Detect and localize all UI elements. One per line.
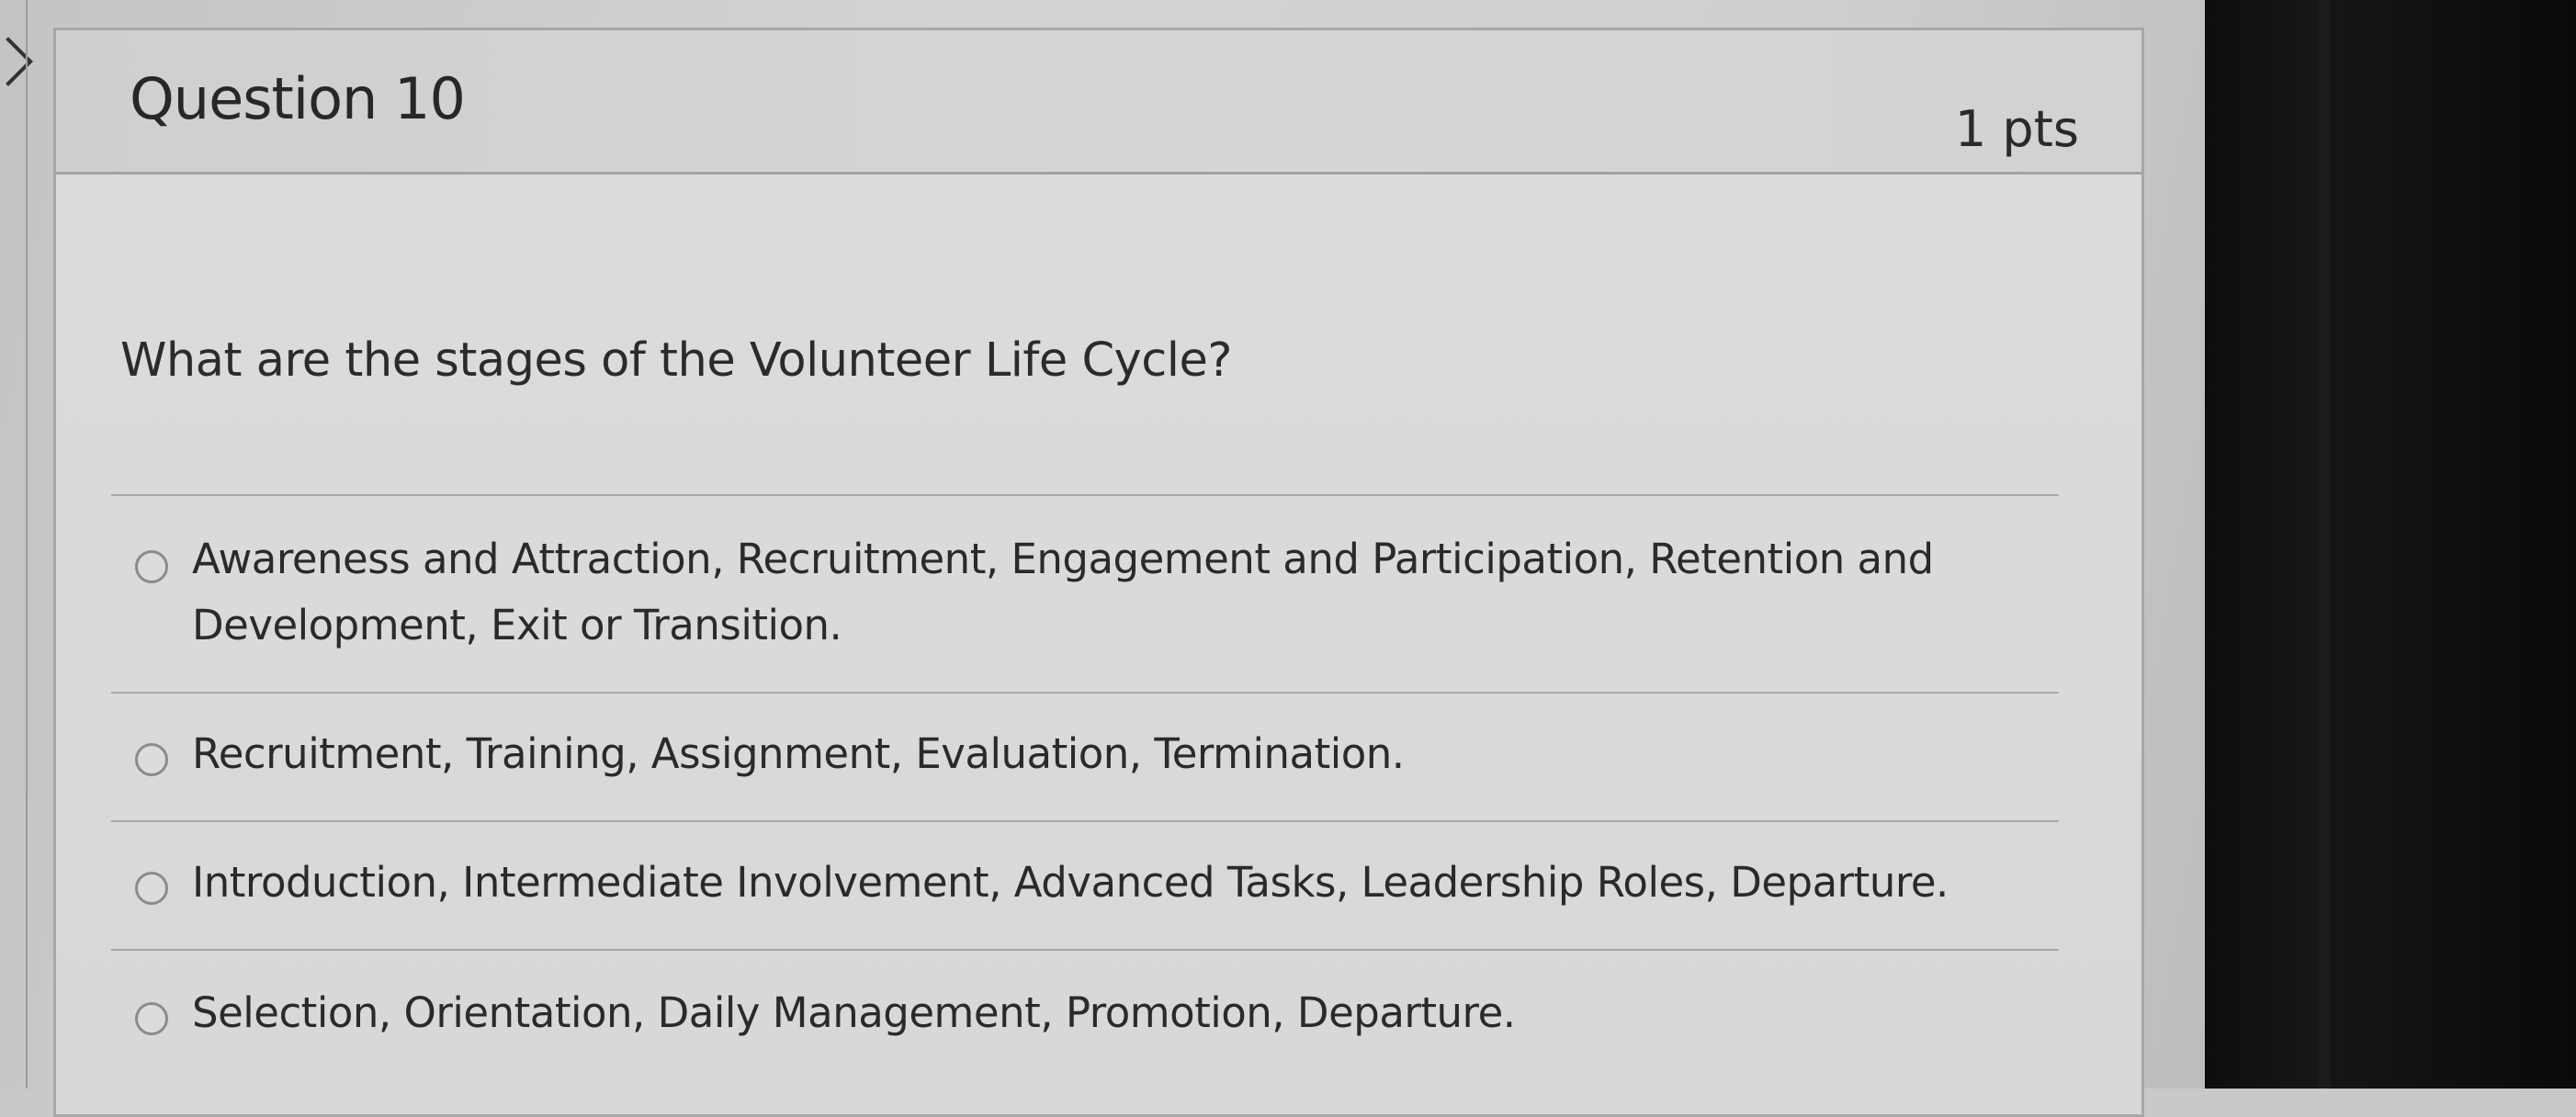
answer-option-4[interactable]: Selection, Orientation, Daily Management… [111, 980, 2077, 1054]
question-header: Question 10 1 pts [56, 30, 2141, 175]
answer-label: Recruitment, Training, Assignment, Evalu… [192, 729, 1405, 778]
screen: Question 10 1 pts What are the stages of… [0, 0, 2205, 1117]
radio-icon[interactable] [135, 872, 168, 905]
radio-icon[interactable] [135, 743, 168, 776]
answer-label: Introduction, Intermediate Involvement, … [192, 858, 1949, 907]
chevron-right-icon[interactable] [0, 37, 33, 86]
answer-label: Selection, Orientation, Daily Management… [192, 988, 1516, 1037]
answer-option-3[interactable]: Introduction, Intermediate Involvement, … [111, 850, 2077, 923]
question-card: Question 10 1 pts What are the stages of… [53, 28, 2144, 1117]
question-text: What are the stages of the Volunteer Lif… [120, 333, 1232, 388]
answer-option-1[interactable]: Awareness and Attraction, Recruitment, E… [111, 526, 2077, 664]
radio-icon[interactable] [135, 550, 168, 583]
question-title: Question 10 [130, 65, 466, 132]
answer-option-2[interactable]: Recruitment, Training, Assignment, Evalu… [111, 721, 2077, 795]
question-points: 1 pts [1954, 100, 2079, 158]
left-rail-divider [26, 0, 28, 1089]
bezel-edge [2319, 0, 2330, 1089]
answer-divider [111, 949, 2059, 951]
answer-divider [111, 820, 2059, 822]
answer-divider [111, 692, 2059, 694]
answer-divider [111, 494, 2059, 496]
answer-label: Awareness and Attraction, Recruitment, E… [192, 535, 1934, 649]
monitor-bezel [2205, 0, 2576, 1089]
radio-icon[interactable] [135, 1002, 168, 1035]
